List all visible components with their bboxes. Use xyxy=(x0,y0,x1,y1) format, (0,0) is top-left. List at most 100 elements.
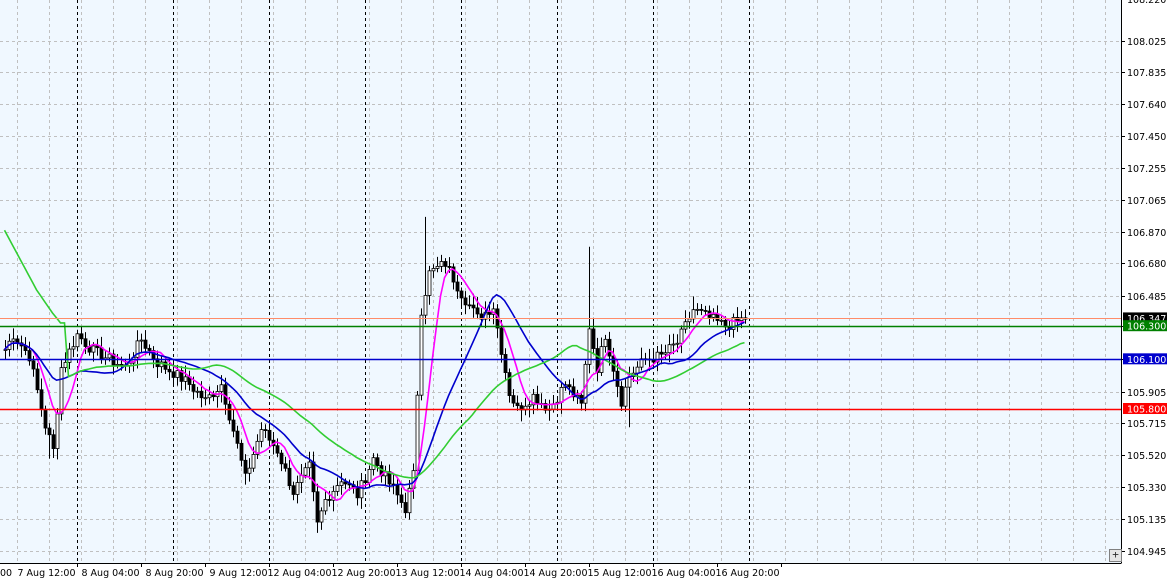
candle-body xyxy=(227,403,232,421)
candle-body xyxy=(75,333,80,348)
candle-body xyxy=(47,427,52,436)
candle-body xyxy=(203,397,208,400)
candle-body xyxy=(67,348,72,363)
candle-body xyxy=(183,376,188,382)
candle-body xyxy=(283,463,288,469)
candle-body xyxy=(455,281,460,292)
candle-body xyxy=(195,390,200,393)
y-tick-label: 107.255 xyxy=(1127,164,1166,175)
candle-body xyxy=(435,265,440,269)
candle-body xyxy=(591,328,596,349)
candle-body xyxy=(39,389,44,410)
candle-body xyxy=(695,308,700,311)
candle-body xyxy=(239,442,244,461)
candle-body xyxy=(327,499,332,501)
candle-body xyxy=(99,347,104,360)
candle-body xyxy=(687,318,692,323)
candle-body xyxy=(735,317,740,322)
x-tick-label: 12 Aug 20:00 xyxy=(331,568,395,579)
level-label: 106.100 xyxy=(1127,355,1166,366)
candle-body xyxy=(311,461,316,493)
candle-body xyxy=(295,482,300,495)
candle-body xyxy=(675,342,680,345)
candle-body xyxy=(247,467,252,474)
x-tick-label-left: 00 xyxy=(0,568,12,579)
x-tick-label: 14 Aug 04:00 xyxy=(459,568,523,579)
plot-area[interactable] xyxy=(0,0,1121,563)
candle-body xyxy=(515,402,520,407)
candle-body xyxy=(323,499,328,512)
candle-body xyxy=(339,481,344,486)
y-tick-label: 107.835 xyxy=(1127,68,1166,79)
candle-body xyxy=(359,480,364,499)
candle-body xyxy=(603,338,608,348)
candle-body xyxy=(471,304,476,309)
candle-body xyxy=(143,339,148,349)
candle-body xyxy=(91,345,96,353)
candle-body xyxy=(371,457,376,470)
y-tick-label: 104.945 xyxy=(1127,547,1166,558)
candle-body xyxy=(459,290,464,299)
candle-body xyxy=(259,429,264,442)
candle-body xyxy=(199,390,204,399)
y-tick-label: 107.640 xyxy=(1127,100,1166,111)
x-axis: 7 Aug 12:00 8 Aug 04:00 8 Aug 20:00 9 Aug 1… xyxy=(0,563,782,579)
candle-body xyxy=(191,384,196,392)
candle-body xyxy=(303,467,308,476)
x-tick-label: 12 Aug 04:00 xyxy=(267,568,331,579)
candle-body xyxy=(619,386,624,407)
y-tick-label: 106.485 xyxy=(1127,292,1166,303)
candle-body xyxy=(251,454,256,469)
candle-body xyxy=(535,393,540,405)
candle-body xyxy=(55,413,60,449)
candle-body xyxy=(431,268,436,272)
y-axis: 108.025 107.835 107.640 107.450 107.255 107.0… xyxy=(1121,0,1166,558)
candle-body xyxy=(15,338,20,344)
candle-body xyxy=(487,311,492,315)
y-tick-label: 106.680 xyxy=(1127,259,1166,270)
x-tick-label: 13 Aug 12:00 xyxy=(395,568,459,579)
price-chart[interactable]: 108.025 107.835 107.640 107.450 107.255 107.0… xyxy=(0,0,1170,586)
candle-body xyxy=(395,485,400,496)
candle-body xyxy=(315,491,320,523)
candle-body xyxy=(439,261,444,267)
level-label: 105.800 xyxy=(1127,405,1166,416)
candle-body xyxy=(719,319,724,322)
candle-body xyxy=(399,494,404,503)
candle-body xyxy=(355,487,360,499)
candle-body xyxy=(511,395,516,404)
candle-body xyxy=(235,430,240,444)
candle-body xyxy=(171,371,176,378)
candle-body xyxy=(375,457,380,466)
candle-body xyxy=(615,370,620,387)
candle-body xyxy=(507,372,512,396)
level-price-labels: 106.347106.300106.100105.800 xyxy=(1123,312,1167,416)
candle-body xyxy=(207,394,212,399)
candle-body xyxy=(267,429,272,441)
scale-fix-button[interactable]: + xyxy=(1109,549,1122,562)
candle-body xyxy=(319,510,324,523)
candle-body xyxy=(427,270,432,296)
candle-body xyxy=(71,346,76,350)
candle-body xyxy=(139,339,144,342)
candle-body xyxy=(211,394,216,398)
candle-body xyxy=(559,387,564,403)
candle-body xyxy=(499,327,504,355)
candle-body xyxy=(367,469,372,484)
candle-body xyxy=(147,347,152,351)
x-tick-label: 8 Aug 20:00 xyxy=(145,568,203,579)
candle-body xyxy=(659,351,664,355)
candle-body xyxy=(11,338,16,342)
candle-body xyxy=(527,404,532,407)
candle-body xyxy=(423,295,428,316)
candle-body xyxy=(711,313,716,318)
y-tick-label: 106.870 xyxy=(1127,228,1166,239)
candle-body xyxy=(167,368,172,373)
candle-body xyxy=(243,459,248,474)
candle-body xyxy=(663,352,668,355)
candle-body xyxy=(83,338,88,347)
candle-body xyxy=(463,297,468,306)
candle-body xyxy=(443,261,448,267)
candle-body xyxy=(623,386,628,407)
candle-body xyxy=(59,367,64,415)
